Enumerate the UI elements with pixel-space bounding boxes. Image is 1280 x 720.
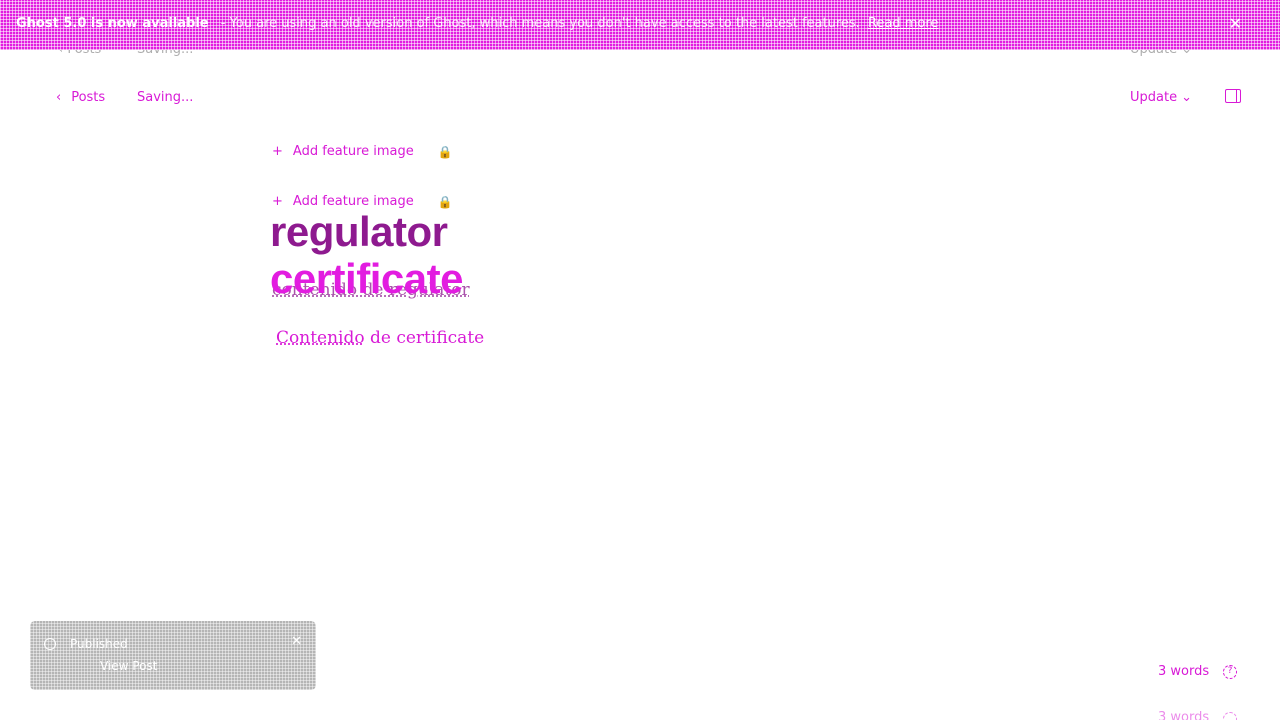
save-status: Saving... <box>137 90 194 105</box>
close-icon[interactable]: ✕ <box>291 634 302 649</box>
plus-icon: + <box>272 194 283 209</box>
banner-message: - You are using an old version of Ghost,… <box>220 16 860 31</box>
post-body[interactable]: Contenido de certificate <box>276 328 484 348</box>
banner-title: Ghost 5.0 is now available <box>16 16 209 31</box>
help-icon[interactable]: ? <box>1223 665 1237 679</box>
lock-icon: 🔒 <box>437 194 453 209</box>
post-title[interactable]: certificate <box>270 255 463 303</box>
editor-window: Ghost 5.0 is now available - You are usi… <box>0 0 1280 720</box>
post-title-previous[interactable]: regulator <box>270 208 448 256</box>
banner-content: Ghost 5.0 is now available - You are usi… <box>16 16 938 31</box>
lock-icon: 🔒 <box>437 144 453 159</box>
sidebar-toggle-icon[interactable] <box>1225 89 1241 103</box>
word-count: 3 words <box>1158 664 1210 679</box>
editor-header: ‹ Posts Saving... Update ⌄ <box>0 86 1280 112</box>
published-toast: Published View Post ✕ <box>30 621 316 690</box>
banner-read-more-link[interactable]: Read more <box>868 16 938 31</box>
view-post-link[interactable]: View Post <box>100 659 157 673</box>
upgrade-banner: Ghost 5.0 is now available - You are usi… <box>0 0 1280 50</box>
chevron-down-icon: ⌄ <box>1181 90 1192 105</box>
add-feature-image-label: Add feature image <box>292 144 414 159</box>
post-body-rest: de certificate <box>364 328 485 348</box>
word-count-ghost: 3 words <box>1158 710 1210 720</box>
chevron-left-icon: ‹ <box>56 90 62 105</box>
update-button[interactable]: Update ⌄ <box>1130 90 1192 105</box>
add-feature-image-button-ghost[interactable]: + Add feature image 🔒 <box>272 194 453 209</box>
back-to-posts-label: Posts <box>71 90 106 105</box>
update-label: Update <box>1130 90 1178 105</box>
post-body-word: Contenido <box>276 328 365 348</box>
add-feature-image-button[interactable]: + Add feature image 🔒 <box>272 144 453 159</box>
toast-title: Published <box>70 637 128 651</box>
banner-close-icon[interactable]: ✕ <box>1229 14 1242 33</box>
help-icon-ghost <box>1223 712 1237 720</box>
plus-icon: + <box>272 144 283 159</box>
published-icon <box>44 638 56 650</box>
add-feature-image-label: Add feature image <box>292 194 414 209</box>
back-to-posts-link[interactable]: ‹ Posts <box>56 90 105 105</box>
